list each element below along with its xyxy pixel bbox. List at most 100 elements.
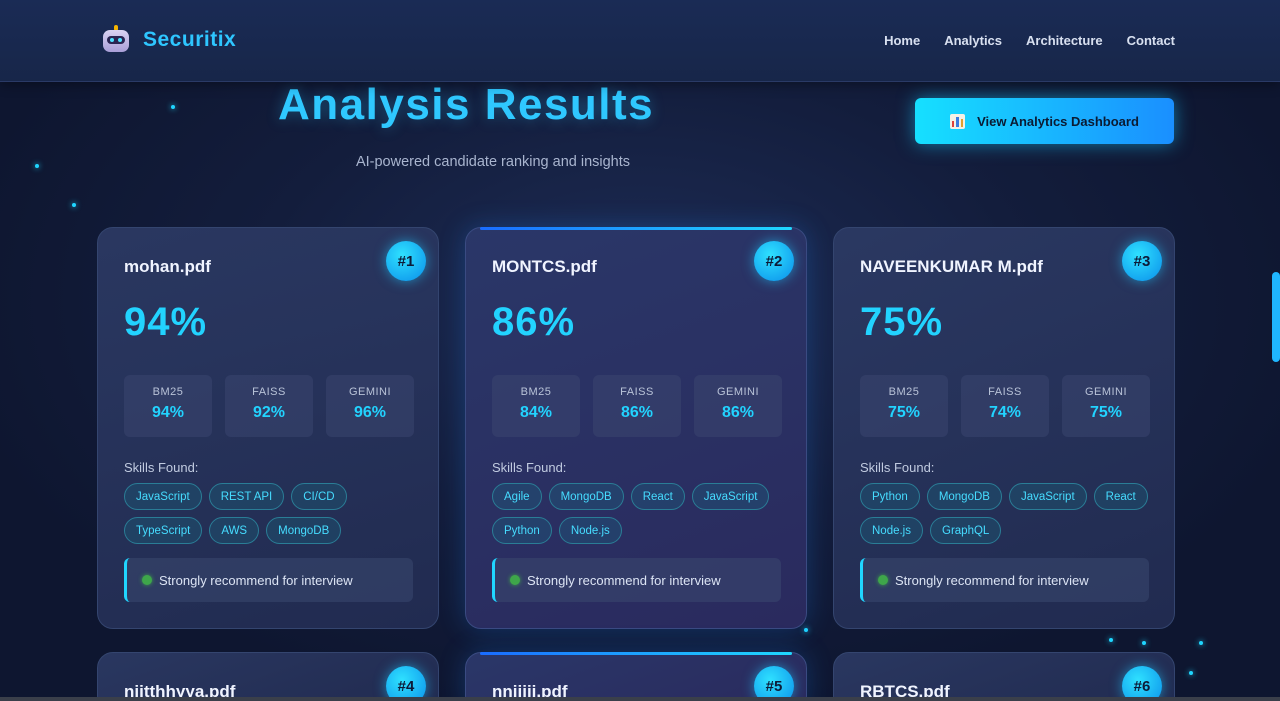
metric-gemini: GEMINI 86% xyxy=(694,375,782,437)
skill-chip: React xyxy=(1093,483,1148,510)
dashboard-button-label: View Analytics Dashboard xyxy=(977,113,1139,129)
scrollbar-thumb[interactable] xyxy=(1272,272,1280,362)
skill-chip: GraphQL xyxy=(930,517,1002,544)
rank-badge: #5 xyxy=(754,666,794,701)
metric-label: BM25 xyxy=(152,386,184,398)
metric-label: BM25 xyxy=(888,386,920,398)
metric-label: GEMINI xyxy=(1084,386,1128,398)
metric-bm25: BM25 75% xyxy=(860,375,948,437)
candidate-card[interactable]: #4 niitthhyya.pdf xyxy=(97,652,439,701)
recommendation-text: Strongly recommend for interview xyxy=(527,572,721,588)
metric-value: 96% xyxy=(353,404,387,421)
overall-score: 75% xyxy=(860,300,944,344)
skills-label: Skills Found: xyxy=(124,460,199,475)
candidate-card[interactable]: #1 mohan.pdf 94% BM25 94% FAISS 92% GEMINI… xyxy=(97,227,439,629)
skill-chip: REST API xyxy=(208,483,285,510)
skill-chips: JavaScript REST API CI/CD TypeScript AWS… xyxy=(124,483,424,544)
particle-dot xyxy=(35,164,39,168)
metric-value: 94% xyxy=(151,404,185,421)
metric-label: GEMINI xyxy=(348,386,392,398)
metric-value: 92% xyxy=(252,404,286,421)
metric-label: FAISS xyxy=(620,386,654,398)
nav-links: Home Analytics Architecture Contact xyxy=(884,33,1175,48)
rank-badge: #4 xyxy=(386,666,426,701)
metric-faiss: FAISS 74% xyxy=(961,375,1049,437)
rank-badge: #3 xyxy=(1122,241,1162,281)
skill-chip: MongoDB xyxy=(548,483,624,510)
metric-value: 84% xyxy=(519,404,553,421)
metric-gemini: GEMINI 75% xyxy=(1062,375,1150,437)
navbar: Securitix Home Analytics Architecture Co… xyxy=(0,0,1280,82)
metric-value: 75% xyxy=(887,404,921,421)
skills-label: Skills Found: xyxy=(860,460,935,475)
metric-label: GEMINI xyxy=(716,386,760,398)
overall-score: 86% xyxy=(492,300,576,344)
particle-dot xyxy=(171,105,175,109)
green-status-icon xyxy=(878,575,888,585)
skill-chip: CI/CD xyxy=(291,483,347,510)
skill-chip: Node.js xyxy=(860,517,923,544)
skill-chip: React xyxy=(630,483,685,510)
green-status-icon xyxy=(510,575,520,585)
skill-chips: Python MongoDB JavaScript React Node.js … xyxy=(860,483,1160,544)
nav-contact[interactable]: Contact xyxy=(1127,33,1175,48)
recommendation-banner: Strongly recommend for interview xyxy=(860,558,1149,602)
candidate-card[interactable]: #5 nniiiii.pdf xyxy=(465,652,807,701)
view-analytics-dashboard-button[interactable]: View Analytics Dashboard xyxy=(915,98,1174,144)
candidate-card[interactable]: #2 MONTCS.pdf 86% BM25 84% FAISS 86% GEMIN… xyxy=(465,227,807,629)
skill-chip: MongoDB xyxy=(266,517,342,544)
metric-faiss: FAISS 92% xyxy=(225,375,313,437)
skill-chip: JavaScript xyxy=(1008,483,1087,510)
particle-dot xyxy=(1199,641,1203,645)
metric-label: FAISS xyxy=(252,386,286,398)
particle-dot xyxy=(1189,671,1193,675)
skill-chips: Agile MongoDB React JavaScript Python No… xyxy=(492,483,792,544)
skill-chip: Python xyxy=(492,517,552,544)
candidate-card[interactable]: #3 NAVEENKUMAR M.pdf 75% BM25 75% FAISS 74… xyxy=(833,227,1175,629)
candidate-card[interactable]: #6 RBTCS.pdf xyxy=(833,652,1175,701)
skill-chip: JavaScript xyxy=(691,483,770,510)
skill-chip: Python xyxy=(860,483,920,510)
metric-value: 75% xyxy=(1089,404,1123,421)
metric-label: BM25 xyxy=(520,386,552,398)
skill-chip: AWS xyxy=(209,517,260,544)
metric-bm25: BM25 84% xyxy=(492,375,580,437)
page-title: Analysis Results xyxy=(278,80,655,129)
skill-chip: MongoDB xyxy=(926,483,1002,510)
skill-chip: Agile xyxy=(492,483,542,510)
skill-chip: TypeScript xyxy=(124,517,203,544)
recommendation-text: Strongly recommend for interview xyxy=(895,572,1089,588)
rank-badge: #1 xyxy=(386,241,426,281)
metric-gemini: GEMINI 96% xyxy=(326,375,414,437)
skill-chip: Node.js xyxy=(558,517,622,544)
brand-name: Securitix xyxy=(143,28,237,51)
candidate-filename: MONTCS.pdf xyxy=(492,257,597,276)
metric-value: 86% xyxy=(620,404,654,421)
robot-logo-icon xyxy=(101,25,131,55)
skills-label: Skills Found: xyxy=(492,460,567,475)
rank-badge: #2 xyxy=(754,241,794,281)
window-bottom-edge xyxy=(0,697,1280,701)
nav-architecture[interactable]: Architecture xyxy=(1026,33,1103,48)
candidate-filename: NAVEENKUMAR M.pdf xyxy=(860,257,1043,276)
bar-chart-icon xyxy=(950,113,966,129)
recommendation-banner: Strongly recommend for interview xyxy=(124,558,413,602)
metric-value: 74% xyxy=(988,404,1022,421)
nav-home[interactable]: Home xyxy=(884,33,920,48)
particle-dot xyxy=(804,628,808,632)
metric-label: FAISS xyxy=(988,386,1022,398)
metric-bm25: BM25 94% xyxy=(124,375,212,437)
overall-score: 94% xyxy=(124,300,208,344)
particle-dot xyxy=(72,203,76,207)
brand[interactable]: Securitix xyxy=(101,25,236,55)
page-subtitle: AI-powered candidate ranking and insight… xyxy=(355,154,631,170)
green-status-icon xyxy=(142,575,152,585)
metric-faiss: FAISS 86% xyxy=(593,375,681,437)
metric-row: BM25 75% FAISS 74% GEMINI 75% xyxy=(860,375,1150,437)
recommendation-text: Strongly recommend for interview xyxy=(159,572,353,588)
candidate-filename: mohan.pdf xyxy=(124,257,211,276)
particle-dot xyxy=(1142,641,1146,645)
nav-analytics[interactable]: Analytics xyxy=(944,33,1002,48)
metric-value: 86% xyxy=(721,404,755,421)
rank-badge: #6 xyxy=(1122,666,1162,701)
